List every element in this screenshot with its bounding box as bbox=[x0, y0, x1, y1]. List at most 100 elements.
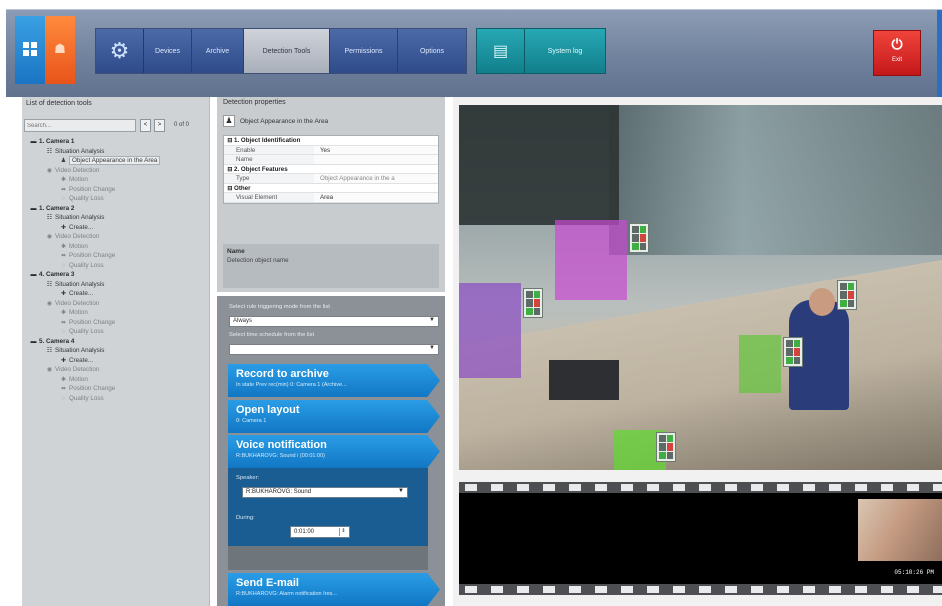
tree-item[interactable]: ◉ Video Detection bbox=[26, 232, 208, 242]
description-text: Detection object name bbox=[227, 257, 289, 264]
property-section[interactable]: ⊟ 1. Object Identification bbox=[224, 136, 438, 146]
tree-camera-node[interactable]: ▬ 4. Camera 3 bbox=[26, 270, 208, 280]
tab-archive[interactable]: Archive bbox=[192, 29, 244, 73]
tree-item[interactable]: ◉ Video Detection bbox=[26, 365, 208, 375]
tree-item[interactable]: ◉ Video Detection bbox=[26, 299, 208, 309]
tree-item[interactable]: ◌ Quality Loss bbox=[26, 261, 208, 271]
search-prev-button[interactable]: < bbox=[140, 119, 151, 132]
detection-region-purple[interactable] bbox=[459, 283, 521, 378]
property-value[interactable]: Yes bbox=[314, 145, 438, 154]
tree-item[interactable]: ✚ Create... bbox=[26, 223, 208, 233]
tree-item[interactable]: ⬌ Position Change bbox=[26, 251, 208, 261]
archive-preview[interactable]: 05:10:26 PM bbox=[459, 493, 942, 584]
tab-devices[interactable]: Devices bbox=[144, 29, 192, 73]
object-header: ♟ Object Appearance in the Area bbox=[223, 113, 328, 129]
property-value[interactable]: Area bbox=[314, 193, 438, 202]
tree-item[interactable]: ☷ Situation Analysis bbox=[26, 280, 208, 290]
overlay-marker[interactable] bbox=[523, 288, 543, 318]
overlay-marker[interactable] bbox=[783, 337, 803, 367]
schedule-select[interactable]: ▼ bbox=[229, 344, 439, 355]
tree-item[interactable]: ⬌ Position Change bbox=[26, 384, 208, 394]
overlay-marker[interactable] bbox=[837, 280, 857, 310]
speaker-select[interactable]: R:BUKHAROVG: Sound ▼ bbox=[242, 487, 408, 498]
system-log-button[interactable]: ▤ System log bbox=[476, 28, 606, 74]
tree-item[interactable]: ⬌ Position Change bbox=[26, 185, 208, 195]
tab-options[interactable]: Options bbox=[398, 29, 466, 73]
property-row: Visual Element Area bbox=[224, 193, 438, 203]
actions-spacer bbox=[228, 546, 428, 570]
grid-icon bbox=[23, 42, 37, 56]
property-value[interactable]: Object Appearance in the a bbox=[314, 174, 438, 183]
tree-item-label: Create... bbox=[69, 356, 94, 364]
tree-item-label: Video Detection bbox=[55, 299, 100, 307]
trigger-mode-select[interactable]: Always ▼ bbox=[229, 316, 439, 327]
tree-item[interactable]: ✚ Create... bbox=[26, 356, 208, 366]
action-voice-notification[interactable]: Voice notification R:BUKHAROVG: Sound i … bbox=[228, 435, 440, 468]
speaker-label: Speaker: bbox=[236, 475, 260, 481]
tree-item-label: Motion bbox=[69, 309, 88, 316]
collapse-icon[interactable]: ⊟ bbox=[226, 165, 234, 174]
detection-region-magenta[interactable] bbox=[555, 220, 627, 300]
tree-search-row: < > 0 of 0 bbox=[22, 119, 210, 133]
tree-item-label: 1. Camera 2 bbox=[39, 204, 75, 212]
tree-item[interactable]: ✱ Motion bbox=[26, 375, 208, 385]
collapse-icon[interactable]: ⊟ bbox=[226, 184, 234, 193]
tree-item-label: Create... bbox=[69, 223, 94, 231]
tree-item-label: Video Detection bbox=[55, 166, 100, 174]
tree-item-label: Position Change bbox=[69, 318, 116, 326]
description-name: Name bbox=[227, 248, 245, 255]
action-record-to-archive[interactable]: Record to archive In state Prev rec(min)… bbox=[228, 364, 440, 397]
power-icon: ⏻ bbox=[891, 36, 903, 52]
property-row: Name bbox=[224, 155, 438, 165]
search-next-button[interactable]: > bbox=[154, 119, 165, 132]
tree-item[interactable]: ◌ Quality Loss bbox=[26, 194, 208, 204]
user-button[interactable]: ☗ bbox=[45, 16, 75, 84]
property-value[interactable] bbox=[314, 155, 438, 164]
during-time-field[interactable]: 0:01:00 ⇕ bbox=[290, 526, 350, 538]
property-section[interactable]: ⊟ 2. Object Features bbox=[224, 164, 438, 174]
tree-item[interactable]: ✱ Motion bbox=[26, 175, 208, 185]
tree-item[interactable]: ☷ Situation Analysis bbox=[26, 346, 208, 356]
collapse-icon[interactable]: ⊟ bbox=[226, 136, 234, 145]
tree-item[interactable]: ◌ Quality Loss bbox=[26, 394, 208, 404]
tree-item-label: Object Appearance in the Area bbox=[69, 156, 161, 165]
tree-item[interactable]: ☷ Situation Analysis bbox=[26, 213, 208, 223]
overlay-marker[interactable] bbox=[629, 223, 649, 253]
tree-item[interactable]: ◉ Video Detection bbox=[26, 166, 208, 176]
action-title: Voice notification bbox=[236, 439, 327, 451]
tree-item[interactable]: ✚ Create... bbox=[26, 289, 208, 299]
tree-camera-node[interactable]: ▬ 5. Camera 4 bbox=[26, 337, 208, 347]
detection-region-green[interactable] bbox=[739, 335, 781, 393]
tab-detection-tools[interactable]: Detection Tools bbox=[244, 29, 330, 73]
tree-item-label: Motion bbox=[69, 176, 88, 183]
property-section[interactable]: ⊟ Other bbox=[224, 183, 438, 193]
trigger-mode-value: Always bbox=[233, 318, 253, 324]
camera-view[interactable] bbox=[459, 105, 942, 470]
dark-interior bbox=[459, 105, 619, 225]
exit-button[interactable]: ⏻ Exit bbox=[873, 30, 921, 76]
tree-camera-node[interactable]: ▬ 1. Camera 2 bbox=[26, 204, 208, 214]
tree-item[interactable]: ⬌ Position Change bbox=[26, 318, 208, 328]
tab-permissions[interactable]: Permissions bbox=[330, 29, 398, 73]
settings-nav: ⚙ Devices Archive Detection Tools Permis… bbox=[95, 28, 467, 74]
tree-item-label: Quality Loss bbox=[69, 328, 104, 335]
object-name: Object Appearance in the Area bbox=[240, 117, 329, 125]
search-input[interactable] bbox=[24, 119, 136, 132]
tree-item-label: Quality Loss bbox=[69, 394, 104, 402]
action-open-layout[interactable]: Open layout 0: Camera 1 bbox=[228, 400, 440, 433]
tree-item[interactable]: ◌ Quality Loss bbox=[26, 327, 208, 337]
tree-item-label: Position Change bbox=[69, 252, 116, 259]
overlay-marker[interactable] bbox=[656, 432, 676, 462]
action-send-email[interactable]: Send E-mail R:BUKHAROVG: Alarm notificat… bbox=[228, 573, 440, 606]
during-label: During: bbox=[236, 515, 255, 521]
tree-item[interactable]: ♟ Object Appearance in the Area bbox=[26, 156, 208, 166]
tree-item[interactable]: ☷ Situation Analysis bbox=[26, 147, 208, 157]
exit-label: Exit bbox=[891, 57, 902, 63]
layouts-button[interactable] bbox=[15, 16, 45, 84]
tree-camera-node[interactable]: ▬ 1. Camera 1 bbox=[26, 137, 208, 147]
tree-item[interactable]: ✱ Motion bbox=[26, 242, 208, 252]
spinner-icon[interactable]: ⇕ bbox=[339, 528, 347, 536]
preview-thumbnail[interactable] bbox=[858, 499, 942, 561]
tree-item[interactable]: ✱ Motion bbox=[26, 308, 208, 318]
property-row: Enable Yes bbox=[224, 145, 438, 155]
